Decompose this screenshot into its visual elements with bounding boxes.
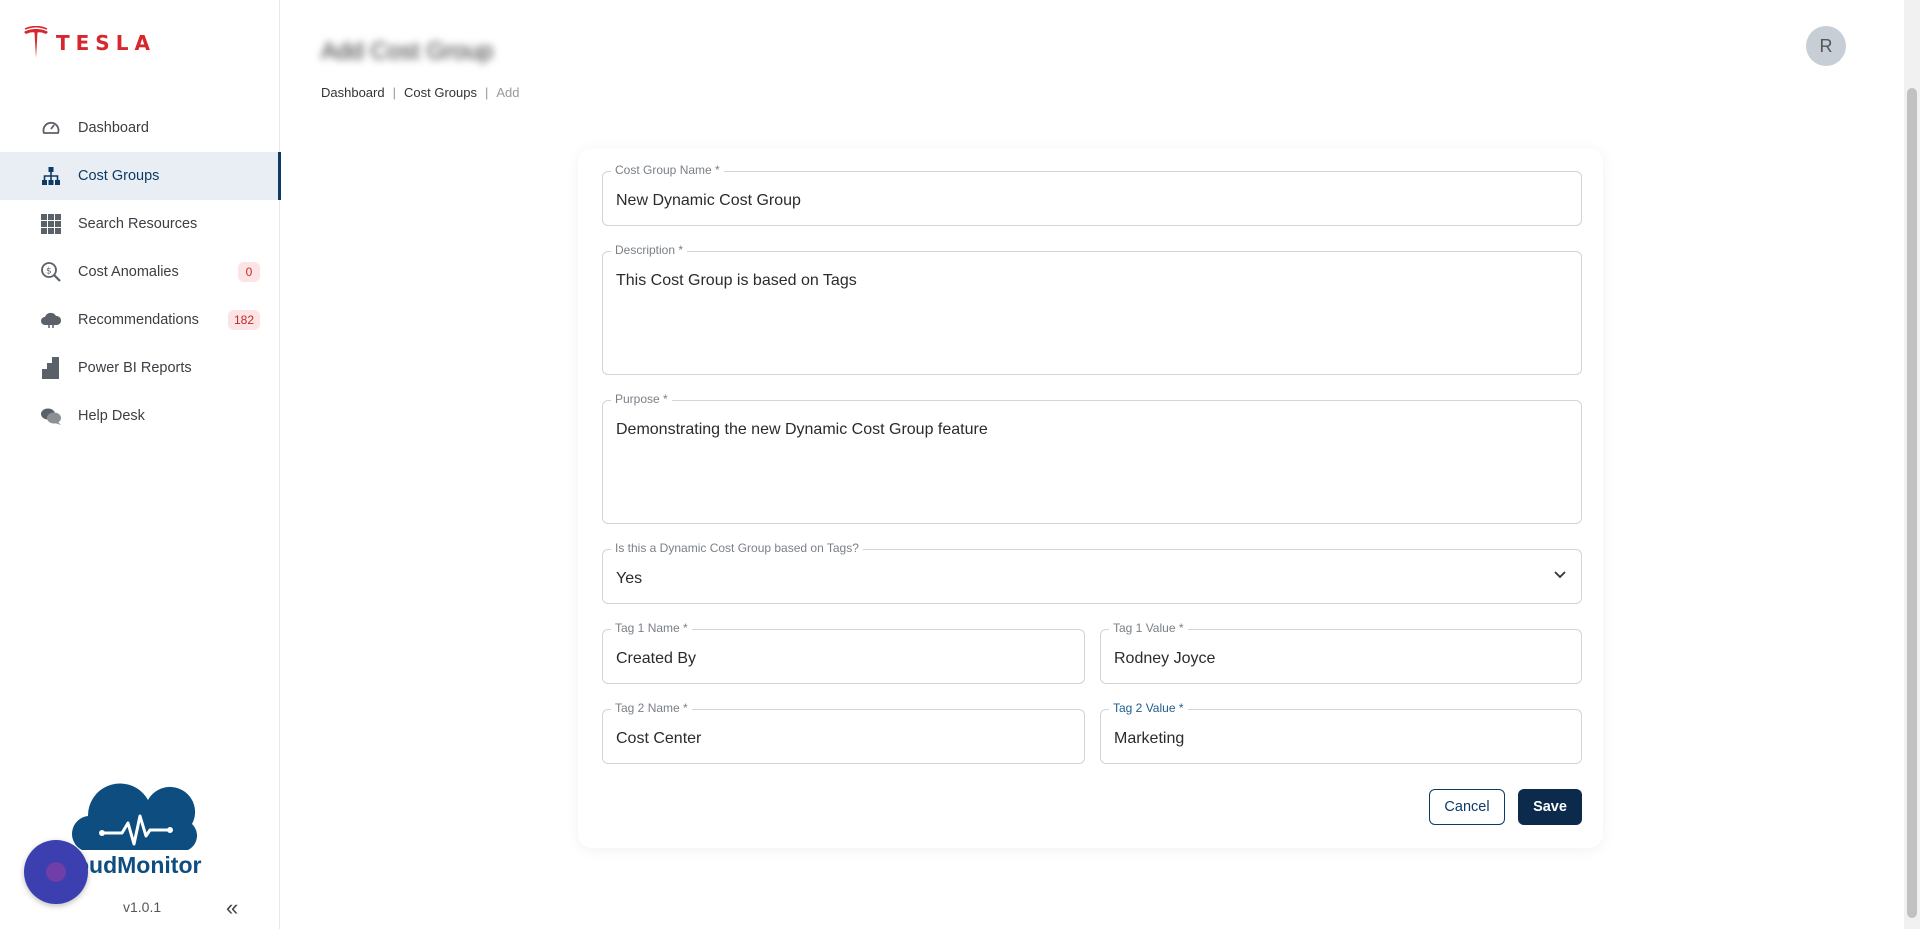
field-label: Is this a Dynamic Cost Group based on Ta…: [611, 541, 863, 555]
sidebar-item-dashboard[interactable]: Dashboard: [0, 104, 280, 152]
sidebar-item-label: Help Desk: [78, 408, 145, 424]
sidebar-item-search-resources[interactable]: Search Resources: [0, 200, 280, 248]
purpose-textarea[interactable]: Purpose * Demonstrating the new Dynamic …: [602, 392, 1582, 524]
sidebar-item-cost-groups[interactable]: Cost Groups: [0, 152, 281, 200]
page-scrollbar[interactable]: [1904, 0, 1920, 929]
tag2-name-field[interactable]: Tag 2 Name * Cost Center: [602, 701, 1085, 764]
sidebar-item-label: Cost Anomalies: [78, 264, 179, 280]
collapse-sidebar-icon[interactable]: «: [226, 895, 238, 921]
avatar[interactable]: R: [1806, 26, 1846, 66]
scrollbar-thumb[interactable]: [1907, 88, 1917, 918]
app-version: v1.0.1: [123, 899, 162, 915]
tesla-logo[interactable]: TESLA: [22, 26, 156, 60]
field-value: Cost Center: [616, 730, 702, 747]
tag2-value-field[interactable]: Tag 2 Value * Marketing: [1100, 701, 1582, 764]
field-label: Tag 2 Name *: [611, 701, 692, 715]
field-value: Marketing: [1114, 730, 1185, 747]
bar-chart-icon: [40, 357, 62, 379]
field-label: Tag 1 Value *: [1109, 621, 1188, 635]
sidebar-item-help-desk[interactable]: Help Desk: [0, 392, 280, 440]
chat-launcher-button[interactable]: [24, 840, 88, 904]
chat-bubbles-icon: [40, 405, 62, 427]
recommendations-count-badge: 182: [227, 310, 260, 330]
svg-text:$: $: [46, 267, 52, 277]
field-value: Created By: [616, 650, 697, 667]
breadcrumb-separator: |: [392, 85, 396, 100]
anomalies-count-badge: 0: [238, 262, 260, 282]
field-label: Tag 1 Name *: [611, 621, 692, 635]
sidebar-item-label: Cost Groups: [78, 168, 160, 184]
field-label: Description *: [611, 243, 688, 257]
chat-dot-icon: [46, 862, 66, 882]
dynamic-group-select[interactable]: Is this a Dynamic Cost Group based on Ta…: [602, 541, 1582, 604]
tesla-t-icon: [24, 26, 48, 58]
field-label: Cost Group Name *: [611, 163, 724, 177]
sidebar-item-recommendations[interactable]: Recommendations 182: [0, 296, 280, 344]
field-value: Rodney Joyce: [1114, 650, 1216, 667]
app-name: oudMonitor: [75, 852, 202, 878]
tag1-value-field[interactable]: Tag 1 Value * Rodney Joyce: [1100, 621, 1582, 684]
dashboard-gauge-icon: [40, 117, 62, 139]
brand-name: TESLA: [56, 31, 156, 55]
magnify-dollar-icon: $: [40, 261, 62, 283]
hierarchy-icon: [40, 165, 62, 187]
breadcrumb-cost-groups[interactable]: Cost Groups: [404, 85, 477, 100]
cloud-icon: [40, 309, 62, 331]
cancel-button[interactable]: Cancel: [1429, 789, 1505, 825]
breadcrumb: Dashboard | Cost Groups | Add: [321, 85, 520, 100]
cost-group-name-field[interactable]: Cost Group Name * New Dynamic Cost Group: [602, 163, 1582, 226]
sidebar: TESLA Dashboard Cost Groups Search Resou…: [0, 0, 281, 929]
main-content: Add Cost Group Dashboard | Cost Groups |…: [281, 0, 1904, 929]
breadcrumb-current: Add: [496, 85, 520, 100]
page-title: Add Cost Group: [321, 38, 494, 65]
sidebar-item-label: Recommendations: [78, 312, 199, 328]
breadcrumb-dashboard[interactable]: Dashboard: [321, 85, 385, 100]
description-textarea[interactable]: Description * This Cost Group is based o…: [602, 243, 1582, 375]
field-label: Purpose *: [611, 392, 672, 406]
sidebar-nav: Dashboard Cost Groups Search Resources $…: [0, 104, 281, 440]
tag1-name-field[interactable]: Tag 1 Name * Created By: [602, 621, 1085, 684]
grid-icon: [40, 213, 62, 235]
field-value: Demonstrating the new Dynamic Cost Group…: [616, 421, 988, 438]
sidebar-item-label: Power BI Reports: [78, 360, 192, 376]
field-value: This Cost Group is based on Tags: [616, 272, 857, 289]
sidebar-item-cost-anomalies[interactable]: $ Cost Anomalies 0: [0, 248, 280, 296]
breadcrumb-separator: |: [484, 85, 489, 100]
sidebar-item-label: Dashboard: [78, 120, 149, 136]
sidebar-item-power-bi-reports[interactable]: Power BI Reports: [0, 344, 280, 392]
save-button[interactable]: Save: [1518, 789, 1582, 825]
select-value: Yes: [616, 570, 643, 587]
field-value: New Dynamic Cost Group: [616, 192, 801, 209]
sidebar-item-label: Search Resources: [78, 216, 198, 232]
field-label: Tag 2 Value *: [1109, 701, 1188, 715]
chevron-down-icon: [1554, 571, 1566, 579]
cost-group-form: Cost Group Name * New Dynamic Cost Group…: [578, 148, 1603, 848]
